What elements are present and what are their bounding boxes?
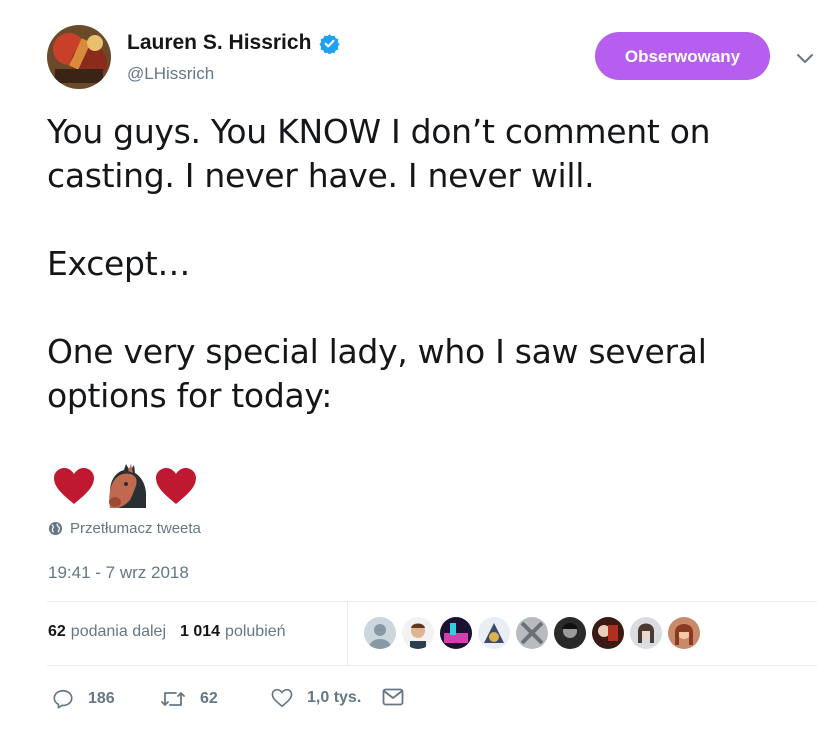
likers-avatars — [364, 617, 706, 649]
author-handle[interactable]: @LHissrich — [127, 64, 214, 84]
retweet-icon — [161, 692, 185, 706]
chevron-down-icon[interactable] — [796, 52, 814, 70]
tweet-actions: 186 62 1,0 tys. — [0, 688, 838, 716]
retweets-label[interactable]: podania dalej — [71, 623, 166, 641]
likes-count[interactable]: 1 014 — [180, 623, 220, 641]
liker-avatar[interactable] — [364, 617, 396, 649]
tweet-stats: 62 podania dalej 1 014 polubień — [48, 623, 286, 641]
author-name-row: Lauren S. Hissrich — [127, 31, 340, 55]
heart-icon — [271, 688, 293, 707]
divider — [347, 602, 348, 665]
like-button[interactable]: 1,0 tys. — [271, 688, 361, 708]
liker-avatar[interactable] — [668, 617, 700, 649]
reply-count: 186 — [88, 690, 115, 707]
tweet-line: Except… — [47, 244, 191, 283]
direct-message-button[interactable] — [382, 688, 418, 706]
retweet-button[interactable]: 62 — [160, 688, 218, 710]
like-count: 1,0 tys. — [307, 689, 362, 706]
tweet-line: One very special lady, who I saw several — [47, 332, 707, 371]
heart-emoji — [52, 466, 96, 506]
retweets-count[interactable]: 62 — [48, 623, 66, 641]
reply-button[interactable]: 186 — [52, 688, 115, 710]
tweet-line: casting. I never have. I never will. — [47, 156, 595, 195]
divider — [47, 665, 817, 666]
tweet-line: options for today: — [47, 376, 333, 415]
envelope-icon — [382, 688, 404, 706]
likes-label[interactable]: polubień — [225, 623, 286, 641]
following-button[interactable]: Obserwowany — [595, 32, 770, 80]
liker-avatar[interactable] — [630, 617, 662, 649]
retweet-count: 62 — [200, 690, 218, 707]
liker-avatar[interactable] — [554, 617, 586, 649]
horse-face-emoji — [102, 462, 150, 510]
tweet-line: You guys. You KNOW I don’t comment on — [47, 112, 711, 151]
globe-icon — [48, 521, 63, 536]
translate-tweet-link[interactable]: Przetłumacz tweeta — [48, 520, 201, 537]
divider — [47, 601, 817, 602]
author-name[interactable]: Lauren S. Hissrich — [127, 31, 311, 55]
heart-emoji — [154, 466, 198, 506]
author-avatar[interactable] — [47, 25, 111, 89]
liker-avatar[interactable] — [516, 617, 548, 649]
liker-avatar[interactable] — [402, 617, 434, 649]
emoji-row — [52, 462, 198, 510]
tweet-text: You guys. You KNOW I don’t comment on ca… — [47, 110, 817, 418]
liker-avatar[interactable] — [478, 617, 510, 649]
tweet-timestamp[interactable]: 19:41 - 7 wrz 2018 — [48, 563, 189, 583]
reply-icon — [53, 689, 73, 709]
translate-label[interactable]: Przetłumacz tweeta — [70, 520, 201, 537]
liker-avatar[interactable] — [440, 617, 472, 649]
liker-avatar[interactable] — [592, 617, 624, 649]
verified-badge-icon — [319, 33, 340, 54]
